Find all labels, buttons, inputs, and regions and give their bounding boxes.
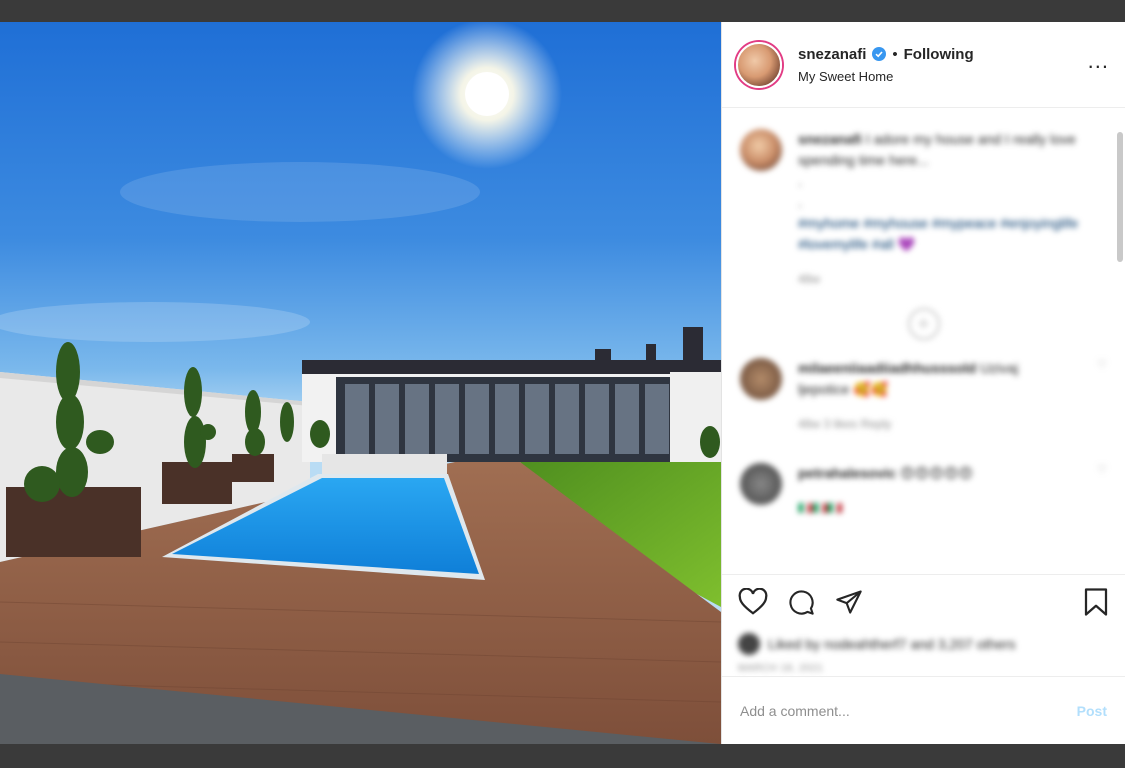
comment-meta: 🇮🇹🇮🇹🇮🇹 <box>798 501 843 515</box>
post-date[interactable]: MARCH 18, 2021 <box>738 663 1109 674</box>
post-modal: snezanafi • Following My Sweet Home ... … <box>0 22 1125 744</box>
caption-time: 48w <box>798 272 821 286</box>
action-icons <box>738 585 1109 619</box>
likes-text[interactable]: Liked by nodeahtherf7 and 3,207 others <box>768 636 1016 652</box>
caption: snezanafi I adore my house and I really … <box>740 129 1107 290</box>
comment-body: milaeeniiaadiiadhhusssold Uzivaj ljepoti… <box>798 358 1073 435</box>
post-location[interactable]: My Sweet Home <box>798 69 1088 84</box>
post-comment-button[interactable]: Post <box>1077 703 1107 719</box>
caption-author[interactable]: snezanafi <box>798 131 862 147</box>
photo-scene <box>0 22 721 744</box>
heart-icon[interactable] <box>738 588 768 616</box>
caption-spacer-2: . <box>798 194 802 210</box>
following-button[interactable]: Following <box>904 46 974 63</box>
load-more-comments-button[interactable]: + <box>907 308 940 340</box>
header-row: snezanafi • Following <box>798 46 1088 63</box>
comment-text: 😍😍😍😍😍 <box>899 465 973 481</box>
comment-author[interactable]: petrahalesovic <box>798 465 896 481</box>
caption-avatar[interactable] <box>740 129 782 171</box>
plus-icon: + <box>917 311 930 336</box>
caption-spacer-1: . <box>798 173 802 189</box>
comment-avatar[interactable] <box>740 358 782 400</box>
bookmark-icon[interactable] <box>1083 587 1109 617</box>
comment-icon[interactable] <box>786 588 816 616</box>
add-comment-bar: Post <box>722 676 1125 744</box>
comment-body: petrahalesovic 😍😍😍😍😍 🇮🇹🇮🇹🇮🇹 <box>798 463 1073 519</box>
share-icon[interactable] <box>834 588 864 616</box>
comment-like-icon[interactable]: ♡ <box>1097 358 1107 435</box>
comment-input[interactable] <box>740 702 1077 719</box>
comment-like-icon[interactable]: ♡ <box>1097 463 1107 519</box>
comment-author[interactable]: milaeeniiaadiiadhhusssold <box>798 360 976 376</box>
liker-avatar <box>738 633 760 655</box>
comments-scrollbar[interactable] <box>1117 132 1123 262</box>
post-sidebar: snezanafi • Following My Sweet Home ... … <box>721 22 1125 744</box>
post-header: snezanafi • Following My Sweet Home ... <box>722 22 1125 108</box>
post-photo[interactable] <box>0 22 721 744</box>
verified-badge-icon <box>872 47 887 61</box>
comment-meta: 48w 3 likes Reply <box>798 417 892 431</box>
separator-dot: • <box>892 45 898 63</box>
author-avatar[interactable] <box>736 41 782 88</box>
comment-item: milaeeniiaadiiadhhusssold Uzivaj ljepoti… <box>740 358 1107 435</box>
comment-item: petrahalesovic 😍😍😍😍😍 🇮🇹🇮🇹🇮🇹 ♡ <box>740 463 1107 519</box>
caption-hashtags[interactable]: #myhome #myhouse #mypeace #enjoyinglife … <box>798 213 1107 255</box>
header-text: snezanafi • Following My Sweet Home <box>798 46 1088 84</box>
caption-body: snezanafi I adore my house and I really … <box>798 129 1107 290</box>
more-horizontal-icon[interactable]: ... <box>1088 49 1109 74</box>
author-username[interactable]: snezanafi <box>798 46 866 63</box>
comment-avatar[interactable] <box>740 463 782 505</box>
comments-section[interactable]: snezanafi I adore my house and I really … <box>722 109 1125 574</box>
likes-summary[interactable]: Liked by nodeahtherf7 and 3,207 others <box>738 633 1109 655</box>
